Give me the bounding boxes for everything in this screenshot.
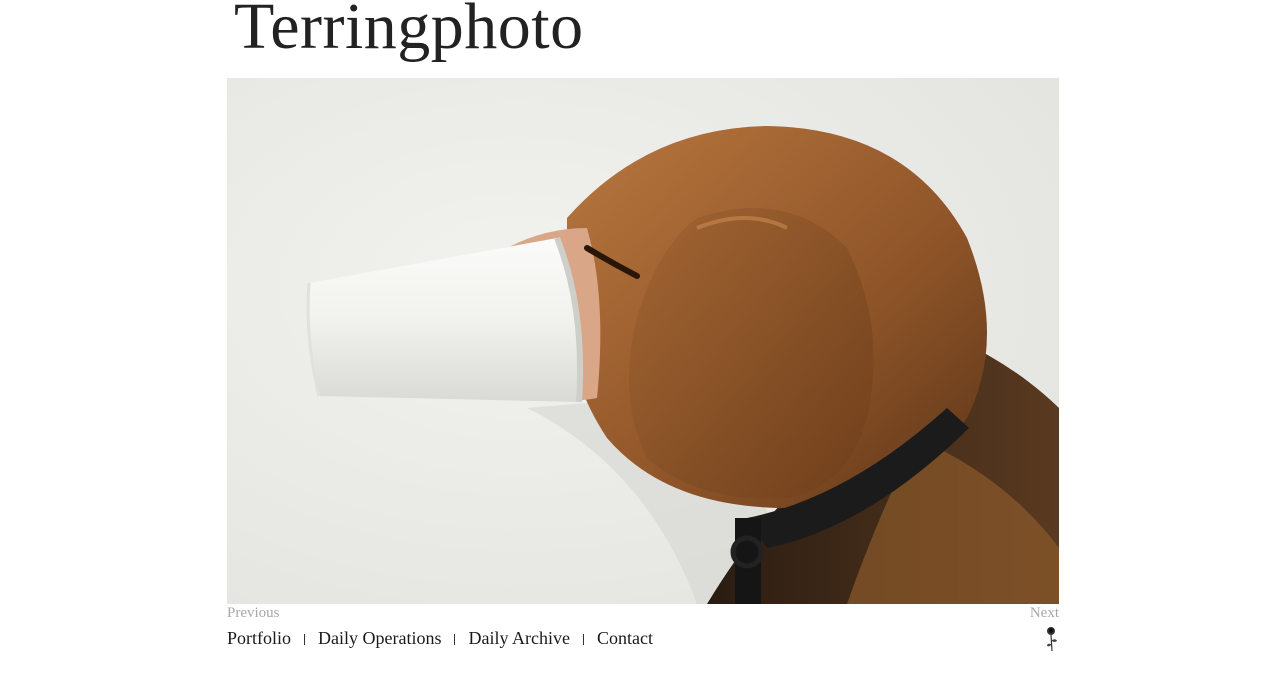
nav-divider: [454, 634, 456, 645]
previous-link[interactable]: Previous: [227, 605, 280, 622]
nav-item-portfolio[interactable]: Portfolio: [227, 628, 291, 649]
site-title[interactable]: Terringphoto: [234, 0, 584, 60]
nav-item-daily-operations[interactable]: Daily Operations: [318, 628, 441, 649]
next-link[interactable]: Next: [1030, 605, 1059, 622]
nav-divider: [304, 634, 306, 645]
nav-divider: [582, 634, 584, 645]
nav-item-contact[interactable]: Contact: [597, 628, 653, 649]
beagle-with-paper-cup-icon: [227, 78, 1059, 604]
main-nav: Portfolio Daily Operations Daily Archive…: [227, 628, 653, 649]
featured-photo[interactable]: [227, 78, 1059, 604]
nav-item-daily-archive[interactable]: Daily Archive: [468, 628, 569, 649]
rose-icon: [1047, 627, 1057, 652]
